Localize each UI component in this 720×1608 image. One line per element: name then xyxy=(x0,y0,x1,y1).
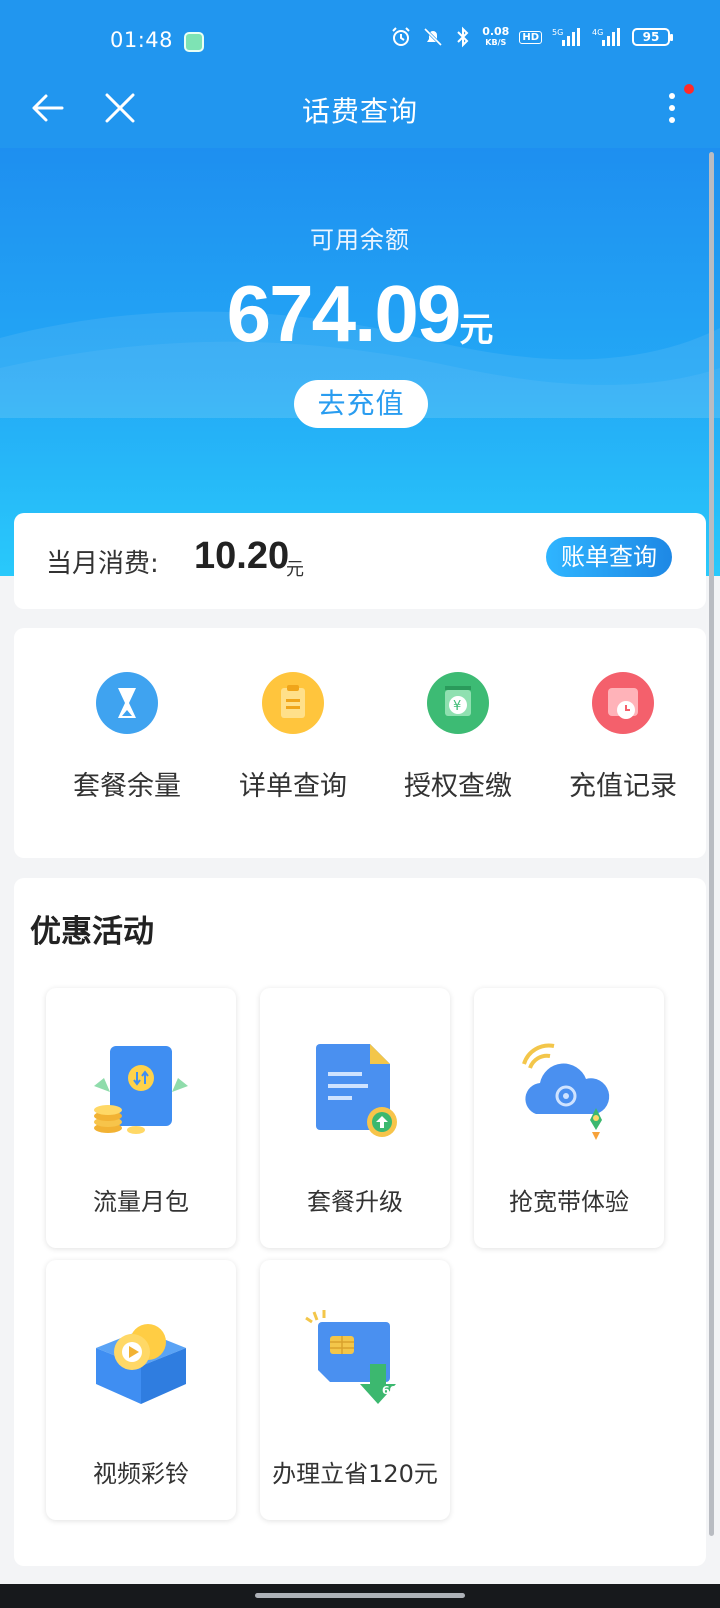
promo-label: 视频彩铃 xyxy=(93,1460,189,1488)
promotions-title: 优惠活动 xyxy=(30,914,154,950)
promo-label: 流量月包 xyxy=(93,1188,189,1216)
scrollbar[interactable] xyxy=(709,152,714,1536)
svg-text:¥: ¥ xyxy=(453,699,461,714)
quick-item-label: 详单查询 xyxy=(239,771,347,802)
bill-query-button[interactable]: 账单查询 xyxy=(546,537,672,577)
battery-icon: 95 xyxy=(632,28,673,46)
monthly-value: 10.20 xyxy=(194,535,290,577)
calendar-clock-icon xyxy=(592,672,654,734)
promo-tile-broadband-trial[interactable]: 抢宽带体验 xyxy=(474,988,664,1248)
hourglass-icon xyxy=(96,672,158,734)
hd-icon: HD xyxy=(519,30,542,44)
promo-tile-plan-upgrade[interactable]: 套餐升级 xyxy=(260,988,450,1248)
promo-tile-data-pack[interactable]: 流量月包 xyxy=(46,988,236,1248)
network-speed-value: 0.08 xyxy=(482,25,510,38)
balance-unit: 元 xyxy=(459,310,494,350)
bluetooth-icon xyxy=(454,26,472,48)
monthly-consumption-card: 当月消费: 10.20 元 账单查询 xyxy=(14,513,706,609)
promo-tile-video-ringtone[interactable]: 视频彩铃 xyxy=(46,1260,236,1520)
quick-menu: 套餐余量 详单查询 ¥ 授权查缴 充值记录 xyxy=(14,628,706,858)
system-navigation-bar xyxy=(0,1584,720,1608)
more-vertical-icon[interactable] xyxy=(662,86,682,130)
promo-label: 套餐升级 xyxy=(307,1188,403,1216)
promo-label: 抢宽带体验 xyxy=(509,1188,629,1216)
nav-bar: 话费查询 xyxy=(0,70,720,148)
signal-4g-icon: 4G xyxy=(592,26,622,48)
quick-item-label: 套餐余量 xyxy=(73,771,181,802)
promotions-section: 优惠活动 流量月包 套餐升级 抢宽带体验 视频彩铃 60 办理立省120元 xyxy=(14,878,706,1566)
recharge-button[interactable]: 去充值 xyxy=(294,380,428,428)
sim-card-discount-icon xyxy=(305,1310,396,1404)
quick-item-label: 授权查缴 xyxy=(404,771,512,802)
balance-amount: 674.09元 xyxy=(0,268,720,360)
alarm-icon xyxy=(390,26,412,48)
notification-dot xyxy=(684,84,694,94)
home-indicator[interactable] xyxy=(255,1593,465,1598)
svg-text:5G: 5G xyxy=(552,28,563,37)
data-pack-icon xyxy=(94,1046,188,1134)
status-icons: 0.08 KB/S HD 5G 4G 95 xyxy=(390,26,673,48)
yuan-badge-icon: ¥ xyxy=(427,672,489,734)
network-speed-unit: KB/S xyxy=(485,38,507,47)
app-notification-icon xyxy=(184,32,204,52)
svg-text:4G: 4G xyxy=(592,28,603,37)
clipboard-icon xyxy=(262,672,324,734)
balance-label: 可用余额 xyxy=(310,226,410,254)
quick-item-authorized-payment[interactable]: ¥ 授权查缴 xyxy=(375,672,541,803)
signal-5g-icon: 5G xyxy=(552,26,582,48)
quick-item-label: 充值记录 xyxy=(569,771,677,802)
quick-item-plan-balance[interactable]: 套餐余量 xyxy=(44,672,210,803)
status-time: 01:48 xyxy=(110,28,174,52)
page-title: 话费查询 xyxy=(301,95,418,128)
mute-icon xyxy=(422,26,444,48)
promo-label: 办理立省120元 xyxy=(272,1460,438,1488)
monthly-unit: 元 xyxy=(286,559,304,580)
video-ringtone-icon xyxy=(96,1324,186,1404)
balance-value: 674.09 xyxy=(226,269,462,358)
discount-badge: 60 xyxy=(382,1384,398,1397)
balance-hero: 可用余额 674.09元 去充值 xyxy=(0,148,720,576)
quick-item-detail-query[interactable]: 详单查询 xyxy=(210,672,376,803)
monthly-label: 当月消费: xyxy=(46,549,159,579)
quick-item-recharge-record[interactable]: 充值记录 xyxy=(540,672,706,803)
network-speed: 0.08 KB/S xyxy=(482,26,509,48)
promo-tile-save-120[interactable]: 60 办理立省120元 xyxy=(260,1260,450,1520)
plan-upgrade-icon xyxy=(316,1044,397,1137)
broadband-cloud-icon xyxy=(522,1043,610,1140)
